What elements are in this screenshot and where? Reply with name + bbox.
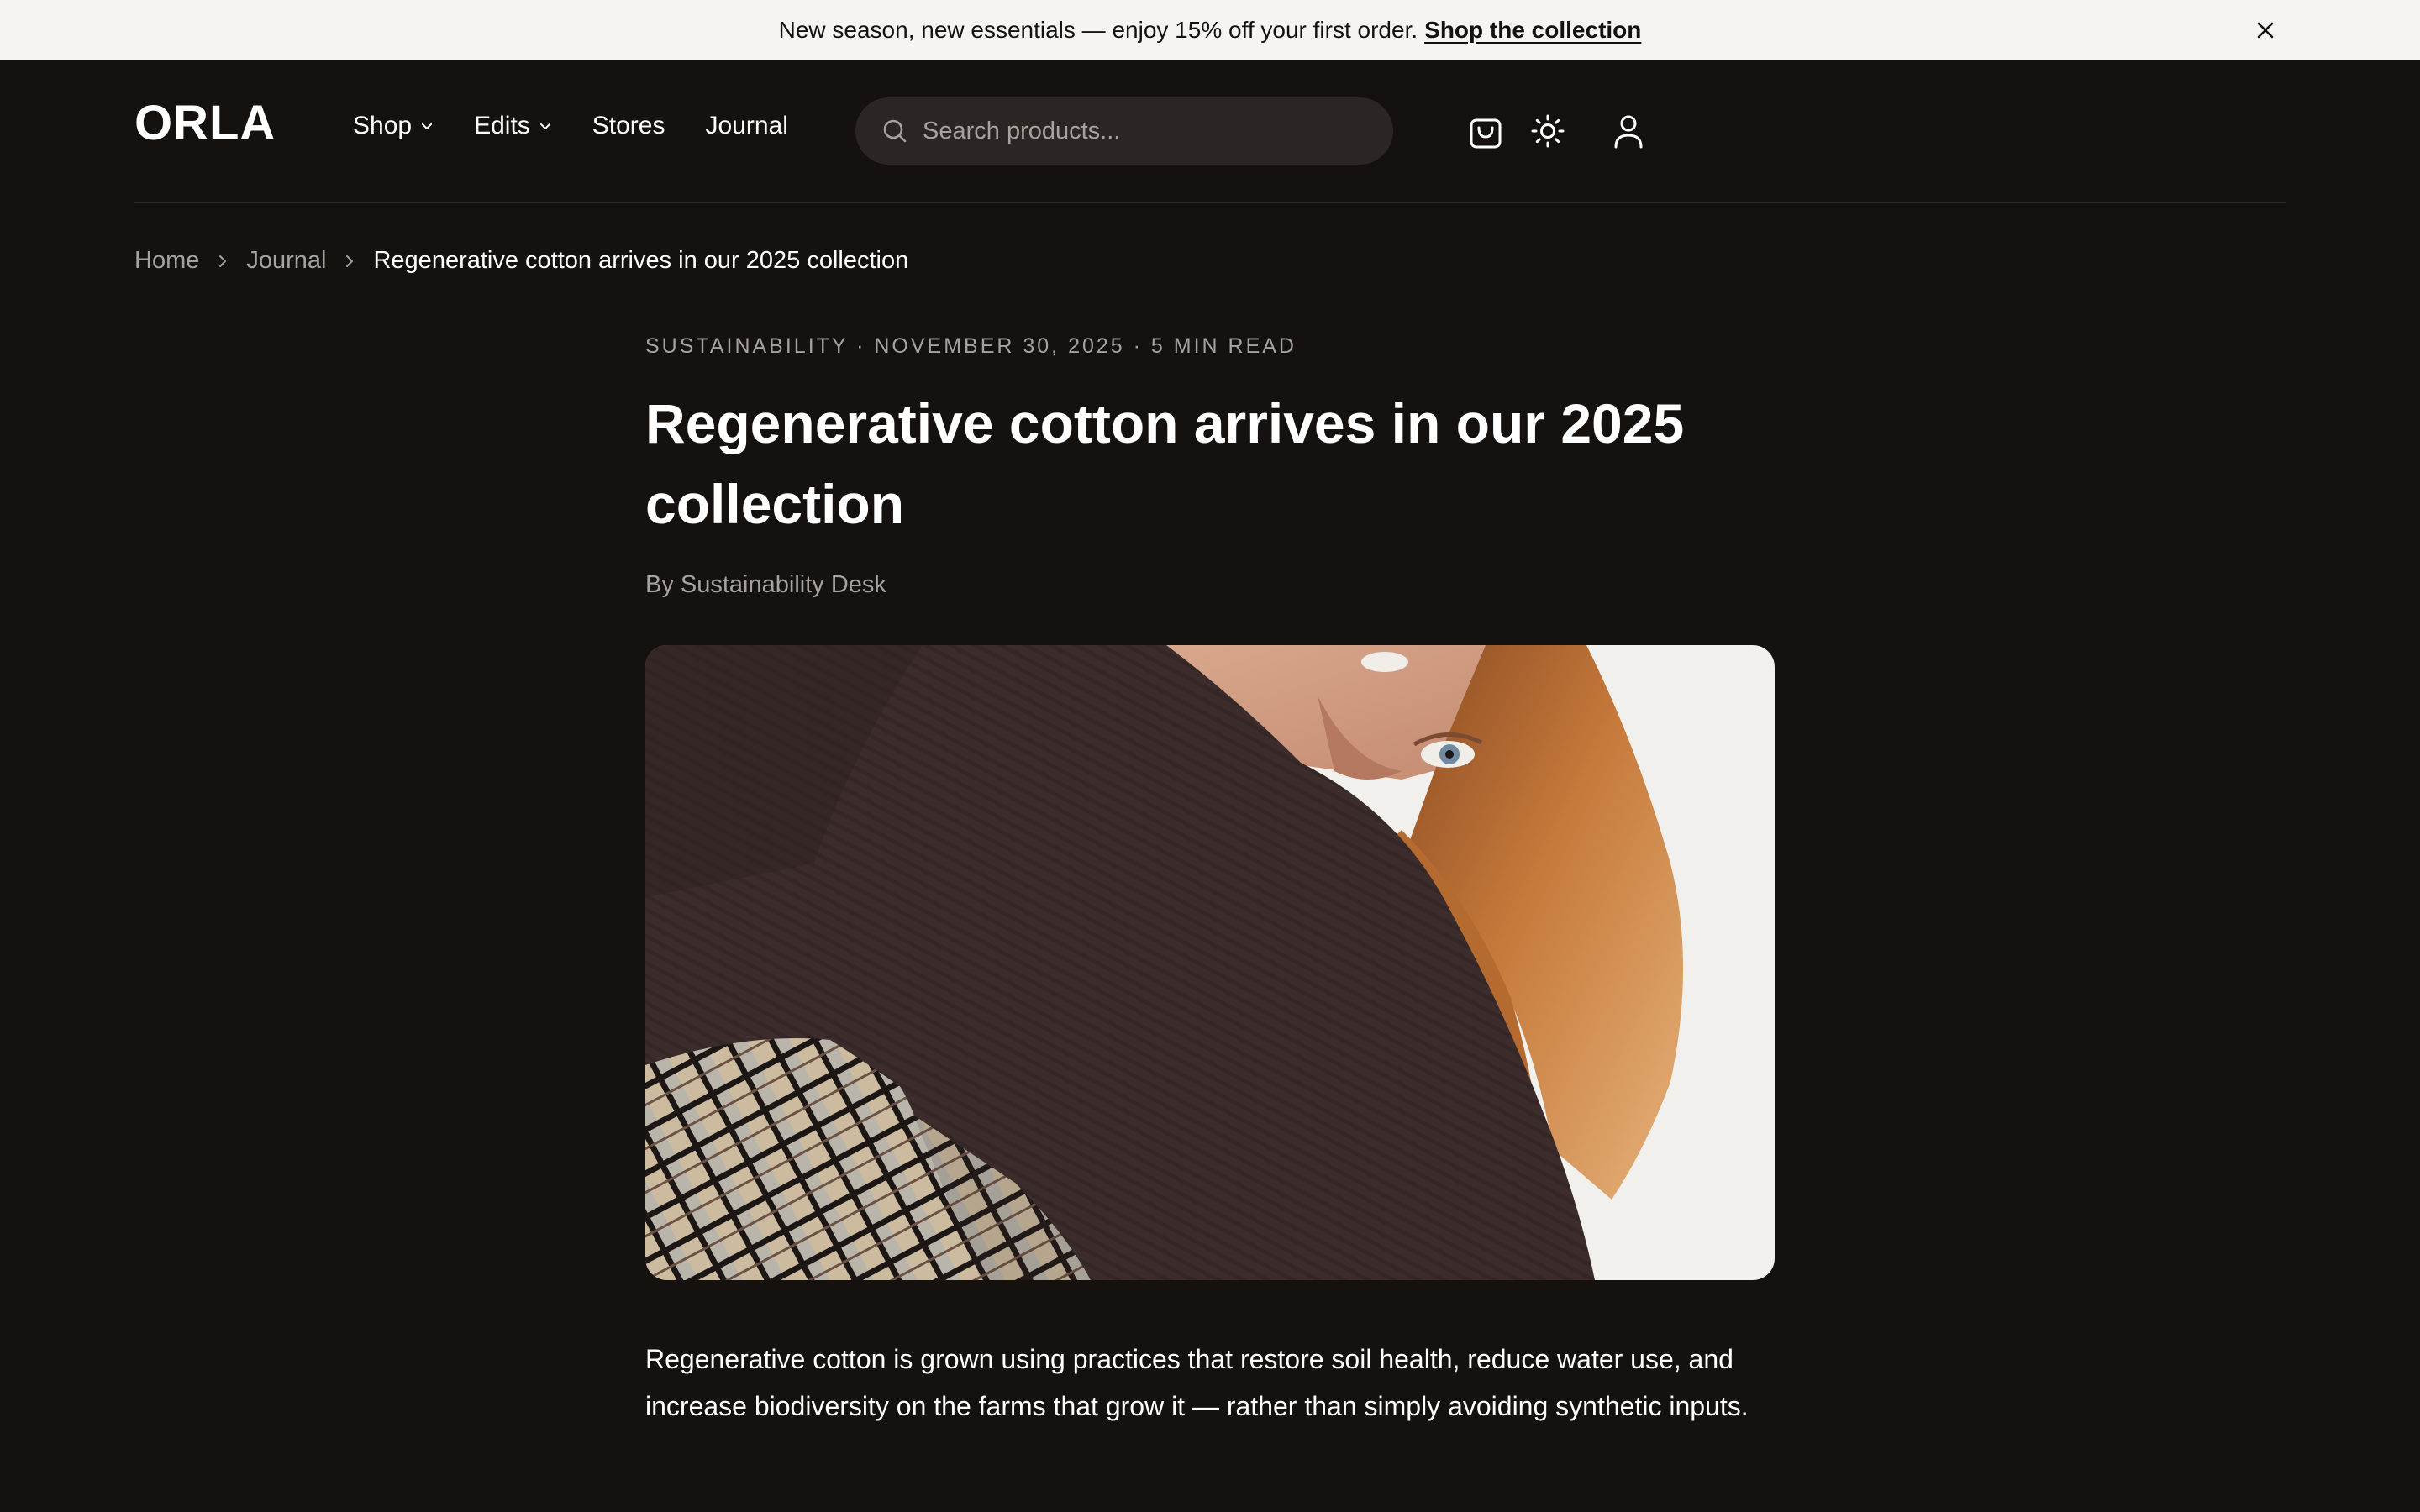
hero-image xyxy=(645,645,1775,1280)
user-icon[interactable] xyxy=(1608,111,1649,151)
nav-item-label: Edits xyxy=(474,112,530,139)
nav-item-label: Stores xyxy=(592,112,666,139)
close-icon[interactable] xyxy=(2249,13,2282,47)
chevron-right-icon xyxy=(216,255,229,268)
breadcrumb-journal[interactable]: Journal xyxy=(246,247,326,275)
logo[interactable]: ORLA xyxy=(134,99,276,148)
site-header: ORLA Shop Edits Stores Journal xyxy=(0,60,2420,203)
search-input[interactable] xyxy=(923,117,1360,145)
nav-item-label: Journal xyxy=(705,112,788,139)
header-divider xyxy=(134,202,2286,203)
nav-item-stores[interactable]: Stores xyxy=(592,112,666,140)
article-byline: By Sustainability Desk xyxy=(645,571,886,598)
chevron-down-icon xyxy=(420,119,434,133)
nav-item-journal[interactable]: Journal xyxy=(706,112,788,140)
breadcrumb: Home Journal Regenerative cotton arrives… xyxy=(134,247,908,275)
main-nav: Shop Edits Stores Journal xyxy=(353,111,829,141)
article-title: Regenerative cotton arrives in our 2025 … xyxy=(645,392,1685,535)
breadcrumb-current: Regenerative cotton arrives in our 2025 … xyxy=(373,247,909,274)
search-icon xyxy=(881,117,909,145)
article-meta: SUSTAINABILITY · NOVEMBER 30, 2025 · 5 M… xyxy=(645,334,1297,358)
announcement-text: New season, new essentials — enjoy 15% o… xyxy=(778,17,1418,43)
chevron-down-icon xyxy=(539,119,552,133)
shop-collection-link[interactable]: Shop the collection xyxy=(1424,17,1641,44)
article-intro: Regenerative cotton is grown using pract… xyxy=(645,1344,1749,1421)
chevron-right-icon xyxy=(343,255,356,268)
sun-icon[interactable] xyxy=(1528,111,1568,151)
shopping-bag-icon[interactable] xyxy=(1465,111,1506,151)
nav-item-label: Shop xyxy=(353,112,413,139)
breadcrumb-home[interactable]: Home xyxy=(134,247,199,275)
nav-item-edits[interactable]: Edits xyxy=(474,112,552,140)
nav-item-shop[interactable]: Shop xyxy=(353,112,434,140)
search-bar[interactable] xyxy=(855,97,1393,165)
announcement-bar: New season, new essentials — enjoy 15% o… xyxy=(0,0,2420,60)
